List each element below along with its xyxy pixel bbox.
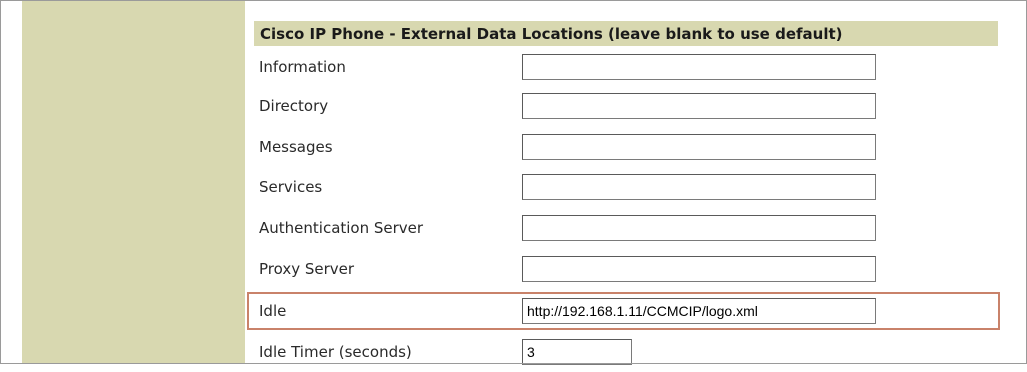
window-border [0, 0, 1027, 364]
